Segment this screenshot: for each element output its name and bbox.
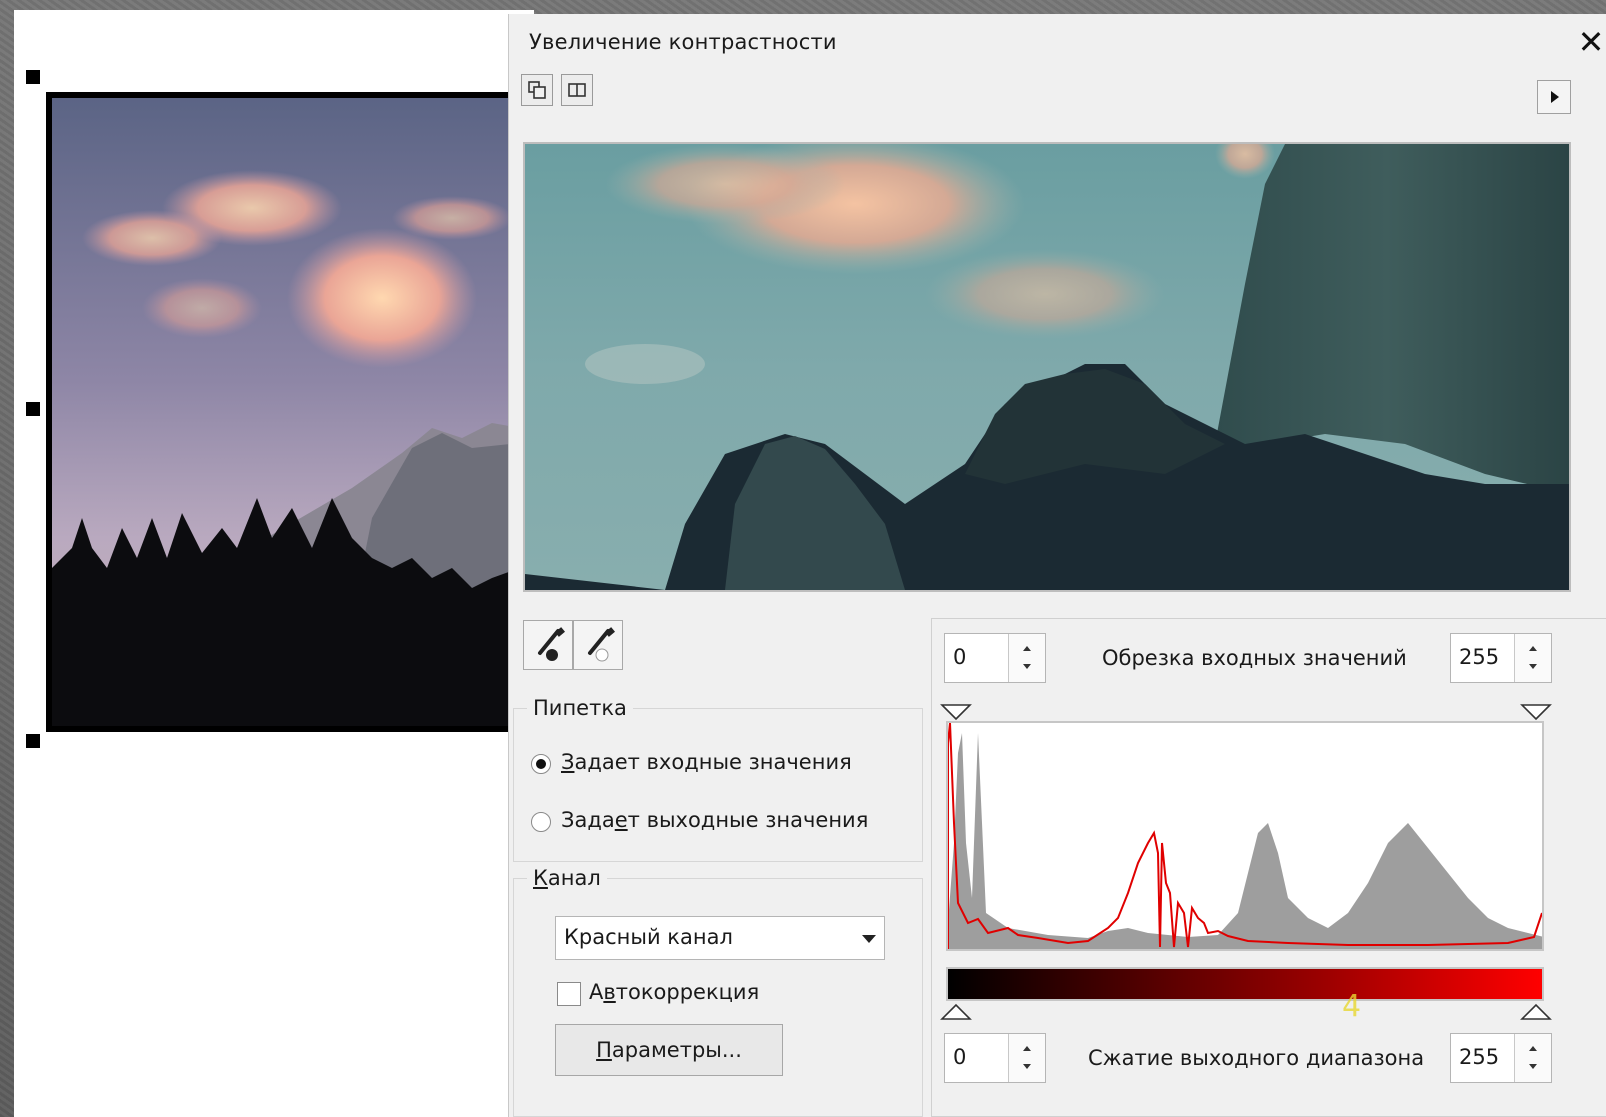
auto-correction-checkbox[interactable] (557, 982, 581, 1006)
photo-image (52, 98, 520, 726)
preview-photo (525, 144, 1569, 590)
selected-photo[interactable] (46, 92, 526, 732)
side-by-side-icon (568, 83, 586, 97)
overlay-digit: 4 (1342, 989, 1362, 1024)
input-low-value[interactable]: 0 (953, 645, 966, 669)
radio-input-values[interactable] (531, 754, 551, 774)
eyedropper-white-button[interactable] (573, 620, 623, 670)
eyedropper-groupbox (513, 708, 923, 862)
preview-image[interactable] (523, 142, 1571, 592)
output-low-spin-buttons[interactable] (1008, 1034, 1045, 1082)
spin-down-icon[interactable] (1529, 1064, 1537, 1069)
spin-down-icon[interactable] (1023, 664, 1031, 669)
contrast-enhancement-dialog: Увеличение контрастности ✕ Пипетка Задае… (508, 14, 1606, 1117)
spin-up-icon[interactable] (1023, 1046, 1031, 1051)
input-low-stepper[interactable]: 0 (944, 633, 1046, 683)
spin-down-icon[interactable] (1023, 1064, 1031, 1069)
output-low-slider-handle[interactable] (940, 1001, 976, 1021)
input-low-spin-buttons[interactable] (1008, 634, 1045, 682)
input-high-spin-buttons[interactable] (1514, 634, 1551, 682)
side-by-side-preview-button[interactable] (561, 74, 593, 106)
eyedropper-black-icon (538, 627, 565, 661)
input-high-stepper[interactable]: 255 (1450, 633, 1552, 683)
selection-handle-bottom-left[interactable] (26, 734, 40, 748)
input-clip-label: Обрезка входных значений (1102, 646, 1407, 670)
radio-output-values[interactable] (531, 812, 551, 832)
eyedropper-group-label: Пипетка (527, 696, 633, 720)
channel-dropdown[interactable]: Красный канал (555, 916, 885, 960)
spin-up-icon[interactable] (1529, 646, 1537, 651)
output-high-stepper[interactable]: 255 (1450, 1033, 1552, 1083)
split-preview-button[interactable] (521, 74, 553, 106)
output-gradient-bar (946, 967, 1544, 1001)
input-high-slider-handle[interactable] (1520, 703, 1556, 723)
histogram-panel: 0 Обрезка входных значений 255 4 0 Сжати… (931, 618, 1606, 1117)
parameters-button[interactable]: Параметры... (555, 1024, 783, 1076)
radio-output-values-label[interactable]: Задает выходные значения (561, 808, 868, 832)
spin-up-icon[interactable] (1023, 646, 1031, 651)
selection-handle-top-left[interactable] (26, 70, 40, 84)
channel-group-label: Канал (527, 866, 607, 890)
output-high-value[interactable]: 255 (1459, 1045, 1499, 1069)
chevron-down-icon (862, 935, 876, 943)
radio-input-values-label[interactable]: Задает входные значения (561, 750, 852, 774)
input-low-slider-handle[interactable] (940, 703, 976, 723)
eyedropper-black-button[interactable] (523, 620, 573, 670)
input-high-value[interactable]: 255 (1459, 645, 1499, 669)
spin-up-icon[interactable] (1529, 1046, 1537, 1051)
output-low-stepper[interactable]: 0 (944, 1033, 1046, 1083)
eyedropper-white-icon (588, 627, 615, 662)
channel-dropdown-value: Красный канал (564, 925, 733, 949)
histogram (946, 721, 1544, 951)
arrow-right-icon (1551, 91, 1559, 103)
output-high-slider-handle[interactable] (1520, 1001, 1556, 1021)
auto-correction-label[interactable]: Автокоррекция (589, 980, 759, 1004)
dialog-title: Увеличение контрастности (529, 30, 837, 54)
spin-down-icon[interactable] (1529, 664, 1537, 669)
output-range-label: Сжатие выходного диапазона (1088, 1046, 1425, 1070)
close-button[interactable]: ✕ (1573, 24, 1606, 60)
output-high-spin-buttons[interactable] (1514, 1034, 1551, 1082)
histogram-graph (948, 723, 1542, 949)
output-low-value[interactable]: 0 (953, 1045, 966, 1069)
selection-handle-middle-left[interactable] (26, 402, 40, 416)
split-preview-icon (528, 81, 546, 99)
expand-panel-button[interactable] (1537, 80, 1571, 114)
